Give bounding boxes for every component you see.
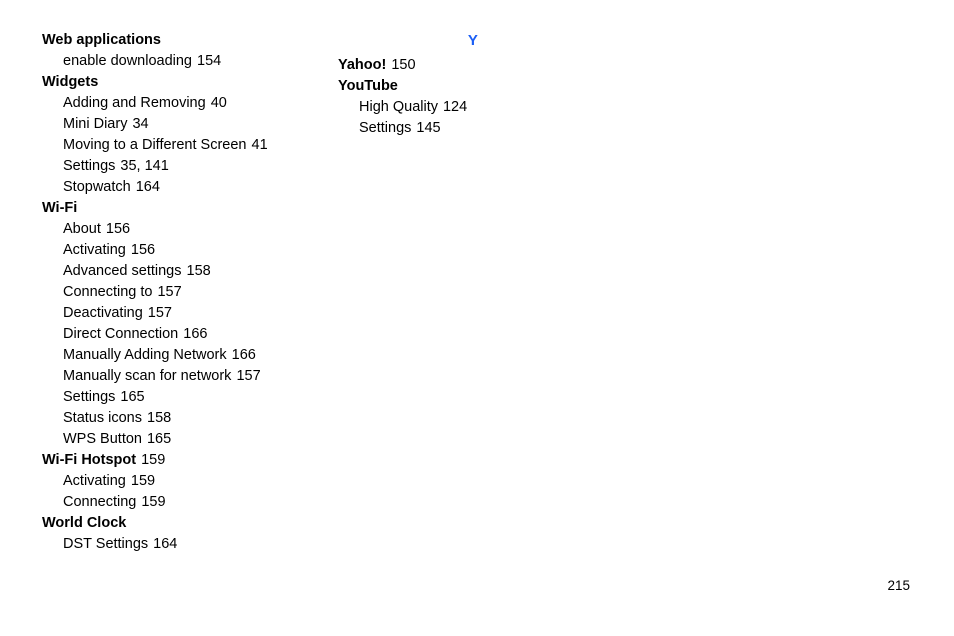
index-entry-pages: 159 xyxy=(141,452,166,468)
index-entry: DST Settings 164 xyxy=(63,534,332,555)
index-entry-pages: 159 xyxy=(130,473,156,489)
index-entry-pages: 145 xyxy=(416,120,441,136)
index-entry-pages: 35, 141 xyxy=(120,158,169,174)
index-entry-term: Wi-Fi xyxy=(42,200,78,216)
index-entry: Status icons 158 xyxy=(63,408,332,429)
index-entry: Settings 145 xyxy=(359,118,628,139)
index-entry: Activating 156 xyxy=(63,240,332,261)
index-entry: WPS Button 165 xyxy=(63,429,332,450)
index-entry-term: Mini Diary xyxy=(63,116,128,132)
index-entry-term: Yahoo! xyxy=(338,57,387,73)
index-entry-term: Settings xyxy=(63,158,116,174)
index-entry-pages: 34 xyxy=(132,116,149,132)
index-column-left: Web applications enable downloading 154 Wid… xyxy=(42,30,332,555)
index-entry: YouTube xyxy=(338,76,628,97)
index-entry-pages: 165 xyxy=(146,431,172,447)
index-entry: Connecting 159 xyxy=(63,492,332,513)
index-entry-pages: 156 xyxy=(130,242,156,258)
index-entry: Manually Adding Network 166 xyxy=(63,345,332,366)
index-entry-term: About xyxy=(63,221,101,237)
index-entry-term: Direct Connection xyxy=(63,326,179,342)
index-entry: Advanced settings 158 xyxy=(63,261,332,282)
index-page: Web applications enable downloading 154 Wid… xyxy=(0,0,954,636)
index-entry-term: enable downloading xyxy=(63,53,192,69)
index-entry: Deactivating 157 xyxy=(63,303,332,324)
index-entry-pages: 157 xyxy=(147,305,172,321)
index-entry-term: Settings xyxy=(359,120,412,136)
index-entry: Widgets xyxy=(42,72,332,93)
index-entry-term: WPS Button xyxy=(63,431,142,447)
index-entry: Activating 159 xyxy=(63,471,332,492)
page-number: 215 xyxy=(887,578,910,593)
index-entry-pages: 41 xyxy=(251,137,268,153)
index-column-right: Y Yahoo! 150 YouTube High Quality 124 Setting… xyxy=(338,30,628,139)
index-entry-term: Widgets xyxy=(42,74,99,90)
index-entry-term: Manually scan for network xyxy=(63,368,232,384)
index-entry-pages: 40 xyxy=(210,95,227,111)
index-entry-list-left: Web applications enable downloading 154 Wid… xyxy=(42,30,332,555)
index-entry: Settings 35, 141 xyxy=(63,156,332,177)
index-entry: Stopwatch 164 xyxy=(63,177,332,198)
index-entry-pages: 166 xyxy=(183,326,208,342)
index-entry-pages: 158 xyxy=(147,410,172,426)
index-entry-pages: 157 xyxy=(157,284,182,300)
index-entry: enable downloading 154 xyxy=(63,51,332,72)
index-entry-term: Settings xyxy=(63,389,116,405)
index-entry: Wi-Fi xyxy=(42,198,332,219)
index-entry-term: Moving to a Different Screen xyxy=(63,137,247,153)
index-entry-pages: 157 xyxy=(236,368,261,384)
index-entry-term: Web applications xyxy=(42,32,161,48)
index-entry-pages: 165 xyxy=(120,389,145,405)
index-entry: Manually scan for network 157 xyxy=(63,366,332,387)
index-entry: About 156 xyxy=(63,219,332,240)
index-entry: Settings 165 xyxy=(63,387,332,408)
index-entry-list-right: Yahoo! 150 YouTube High Quality 124 Settings 1… xyxy=(338,55,628,139)
index-entry-term: Wi-Fi Hotspot xyxy=(42,452,137,468)
section-letter-heading: Y xyxy=(467,32,479,49)
index-entry-term: Advanced settings xyxy=(63,263,182,279)
index-entry: World Clock xyxy=(42,513,332,534)
index-entry-pages: 150 xyxy=(391,57,416,73)
index-entry-term: Connecting to xyxy=(63,284,153,300)
index-entry-term: Adding and Removing xyxy=(63,95,206,111)
index-entry: Connecting to 157 xyxy=(63,282,332,303)
index-entry: Mini Diary 34 xyxy=(63,114,332,135)
index-entry-term: World Clock xyxy=(42,515,127,531)
index-entry: Direct Connection 166 xyxy=(63,324,332,345)
index-entry: Web applications xyxy=(42,30,332,51)
index-entry: Yahoo! 150 xyxy=(338,55,628,76)
index-entry: Wi-Fi Hotspot 159 xyxy=(42,450,332,471)
index-entry-pages: 154 xyxy=(197,53,222,69)
index-entry: Moving to a Different Screen 41 xyxy=(63,135,332,156)
index-entry-term: Activating xyxy=(63,473,126,489)
index-entry-term: High Quality xyxy=(359,99,438,115)
index-entry-pages: 166 xyxy=(231,347,256,363)
index-entry-term: Manually Adding Network xyxy=(63,347,227,363)
index-entry-term: Activating xyxy=(63,242,126,258)
index-entry-pages: 164 xyxy=(153,536,178,552)
index-entry-pages: 159 xyxy=(141,494,166,510)
index-entry-term: Deactivating xyxy=(63,305,143,321)
index-entry-term: DST Settings xyxy=(63,536,149,552)
index-entry-term: Status icons xyxy=(63,410,142,426)
index-entry-term: Stopwatch xyxy=(63,179,131,195)
index-entry-term: Connecting xyxy=(63,494,137,510)
index-entry-pages: 124 xyxy=(442,99,468,115)
index-entry-pages: 164 xyxy=(135,179,160,195)
index-entry: Adding and Removing 40 xyxy=(63,93,332,114)
index-entry-pages: 156 xyxy=(105,221,131,237)
index-entry-term: YouTube xyxy=(338,78,398,94)
index-entry-pages: 158 xyxy=(186,263,211,279)
index-entry: High Quality 124 xyxy=(359,97,628,118)
